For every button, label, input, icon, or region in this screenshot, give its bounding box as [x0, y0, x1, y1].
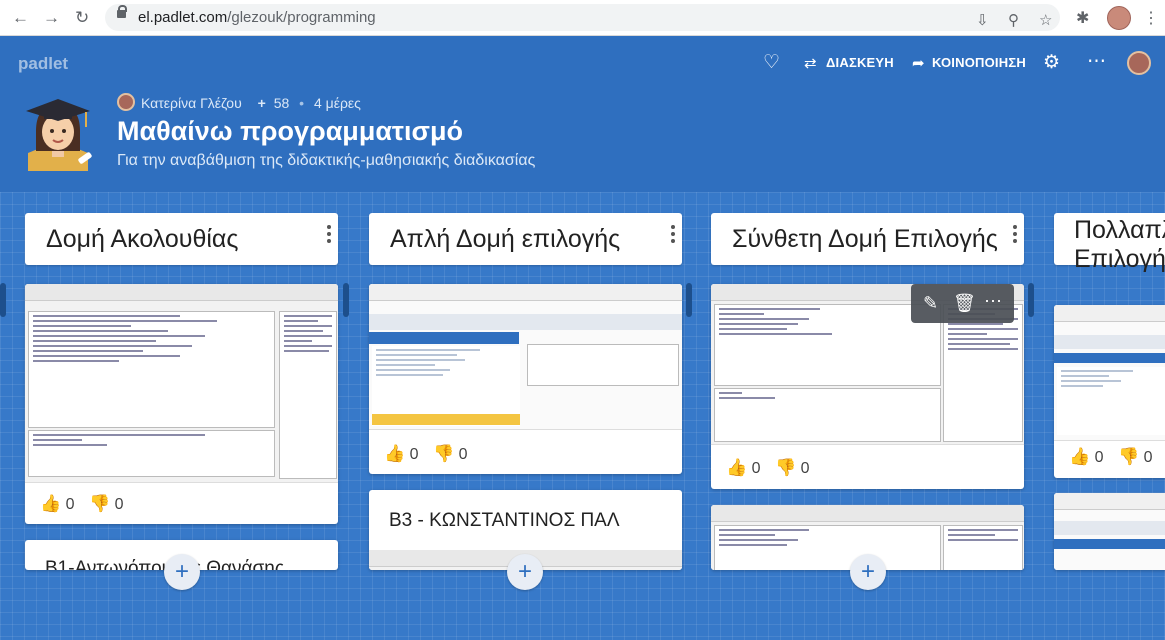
board-header: Κατερίνα Γλέζου + 58 • 4 μέρες Μαθαίνω π…	[0, 92, 1165, 192]
share-arrow-icon: ➦	[912, 55, 925, 72]
remake-icon: ⇄	[804, 55, 817, 72]
author-avatar[interactable]	[117, 93, 135, 111]
address-bar[interactable]: el.padlet.com/glezouk/programming ⇩ ⚲ ☆	[105, 4, 1060, 31]
padlet-logo[interactable]: padlet	[18, 54, 68, 74]
url-host: el.padlet.com	[138, 9, 228, 26]
reload-icon[interactable]: ↻	[75, 8, 89, 28]
bookmark-star-icon[interactable]: ☆	[1039, 11, 1052, 29]
like-count: 0	[65, 496, 75, 513]
post-card[interactable]: 👍 0 👎 0	[1054, 305, 1165, 478]
gear-icon[interactable]: ⚙	[1043, 51, 1060, 74]
thumbs-down-icon[interactable]: 👎	[89, 494, 110, 513]
dislike-count: 0	[800, 460, 810, 477]
column-header-simple-choice[interactable]: Απλή Δομή επιλογής	[369, 213, 682, 265]
thumbs-up-icon[interactable]: 👍	[384, 444, 405, 463]
add-post-button[interactable]: +	[507, 554, 543, 590]
post-screenshot-image	[369, 284, 682, 430]
remake-button[interactable]: ΔΙΑΣΚΕΥΗ	[826, 55, 894, 70]
author-name[interactable]: Κατερίνα Γλέζου	[141, 95, 242, 111]
thumbs-up-icon[interactable]: 👍	[726, 458, 747, 477]
edit-pencil-icon[interactable]: ✎	[923, 293, 938, 314]
dislike-count: 0	[1143, 449, 1153, 466]
back-arrow-icon[interactable]: ←	[12, 8, 29, 28]
scroll-indicator[interactable]	[1028, 283, 1034, 317]
add-post-button[interactable]: +	[850, 554, 886, 590]
post-screenshot-image	[1054, 493, 1165, 570]
board-subtitle: Για την αναβάθμιση της διδακτικής-μαθησι…	[117, 152, 536, 169]
column-menu-icon[interactable]	[1012, 225, 1018, 246]
contributor-count: 58	[273, 95, 290, 111]
scroll-indicator[interactable]	[686, 283, 692, 317]
share-button[interactable]: ΚΟΙΝΟΠΟΙΗΣΗ	[932, 55, 1026, 70]
column-menu-icon[interactable]	[670, 225, 676, 246]
extensions-icon[interactable]: ✱	[1076, 8, 1089, 28]
reactions: 👍 0 👎 0	[726, 458, 810, 478]
scroll-indicator[interactable]	[343, 283, 349, 317]
thumbs-up-icon[interactable]: 👍	[40, 494, 61, 513]
user-avatar[interactable]	[1127, 51, 1151, 75]
trash-icon[interactable]: 🗑	[953, 293, 976, 314]
add-post-button[interactable]: +	[164, 554, 200, 590]
thumbs-down-icon[interactable]: 👎	[775, 458, 796, 477]
column-title: Πολλαπλή Επιλογή	[1074, 216, 1165, 273]
scroll-indicator[interactable]	[0, 283, 6, 317]
more-horizontal-icon[interactable]: ⋯	[1087, 50, 1106, 73]
browser-profile-avatar[interactable]	[1107, 6, 1131, 30]
like-count: 0	[751, 460, 761, 477]
column-menu-icon[interactable]	[326, 225, 332, 246]
column-title: Σύνθετη Δομή Επιλογής	[732, 225, 998, 253]
like-count: 0	[1094, 449, 1104, 466]
url-path: /glezouk/programming	[227, 9, 376, 26]
dislike-count: 0	[114, 496, 124, 513]
install-app-icon[interactable]: ⇩	[976, 11, 989, 29]
post-card[interactable]	[1054, 493, 1165, 570]
reactions: 👍 0 👎 0	[384, 444, 468, 464]
column-header-sequence[interactable]: Δομή Ακολουθίας	[25, 213, 338, 265]
thumbs-down-icon[interactable]: 👎	[1118, 447, 1139, 466]
browser-toolbar: ← → ↻ el.padlet.com/glezouk/programming …	[0, 0, 1165, 36]
lock-icon	[117, 5, 127, 18]
browser-menu-icon[interactable]: ⋮	[1143, 8, 1159, 28]
reactions: 👍 0 👎 0	[40, 494, 124, 514]
more-options-icon[interactable]: ⋯	[984, 291, 1002, 312]
column-title: Δομή Ακολουθίας	[46, 225, 239, 253]
post-screenshot-image	[1054, 305, 1165, 441]
dislike-count: 0	[458, 446, 468, 463]
post-card[interactable]: 👍 0 👎 0	[25, 284, 338, 524]
heart-icon[interactable]: ♡	[763, 51, 780, 74]
board-title: Μαθαίνω προγραμματισμό	[117, 116, 463, 146]
reactions: 👍 0 👎 0	[1069, 447, 1153, 467]
padlet-topbar: padlet ♡ ⇄ ΔΙΑΣΚΕΥΗ ➦ ΚΟΙΝΟΠΟΙΗΣΗ ⚙ ⋯	[0, 36, 1165, 92]
column-header-multiple-choice[interactable]: Πολλαπλή Επιλογή	[1054, 213, 1165, 273]
like-count: 0	[409, 446, 419, 463]
board-age: 4 μέρες	[313, 95, 361, 111]
column-title: Απλή Δομή επιλογής	[390, 225, 621, 253]
plus-icon: +	[257, 95, 266, 111]
zoom-icon[interactable]: ⚲	[1008, 11, 1019, 29]
thumbs-up-icon[interactable]: 👍	[1069, 447, 1090, 466]
url-text: el.padlet.com/glezouk/programming	[138, 9, 376, 26]
thumbs-down-icon[interactable]: 👎	[433, 444, 454, 463]
forward-arrow-icon[interactable]: →	[43, 8, 60, 28]
post-screenshot-image	[25, 284, 338, 483]
student-graduate-icon	[26, 99, 92, 171]
post-title: B3 - ΚΩΝΣΤΑΝΤΙΝΟΣ ΠΑΛ	[389, 510, 620, 531]
column-header-compound-choice[interactable]: Σύνθετη Δομή Επιλογής	[711, 213, 1024, 265]
meta-separator: •	[299, 95, 305, 111]
author-line: Κατερίνα Γλέζου + 58 • 4 μέρες	[117, 93, 361, 111]
post-actions-toolbar: ✎ 🗑 ⋯	[911, 284, 1014, 323]
post-card[interactable]: 👍 0 👎 0	[369, 284, 682, 474]
